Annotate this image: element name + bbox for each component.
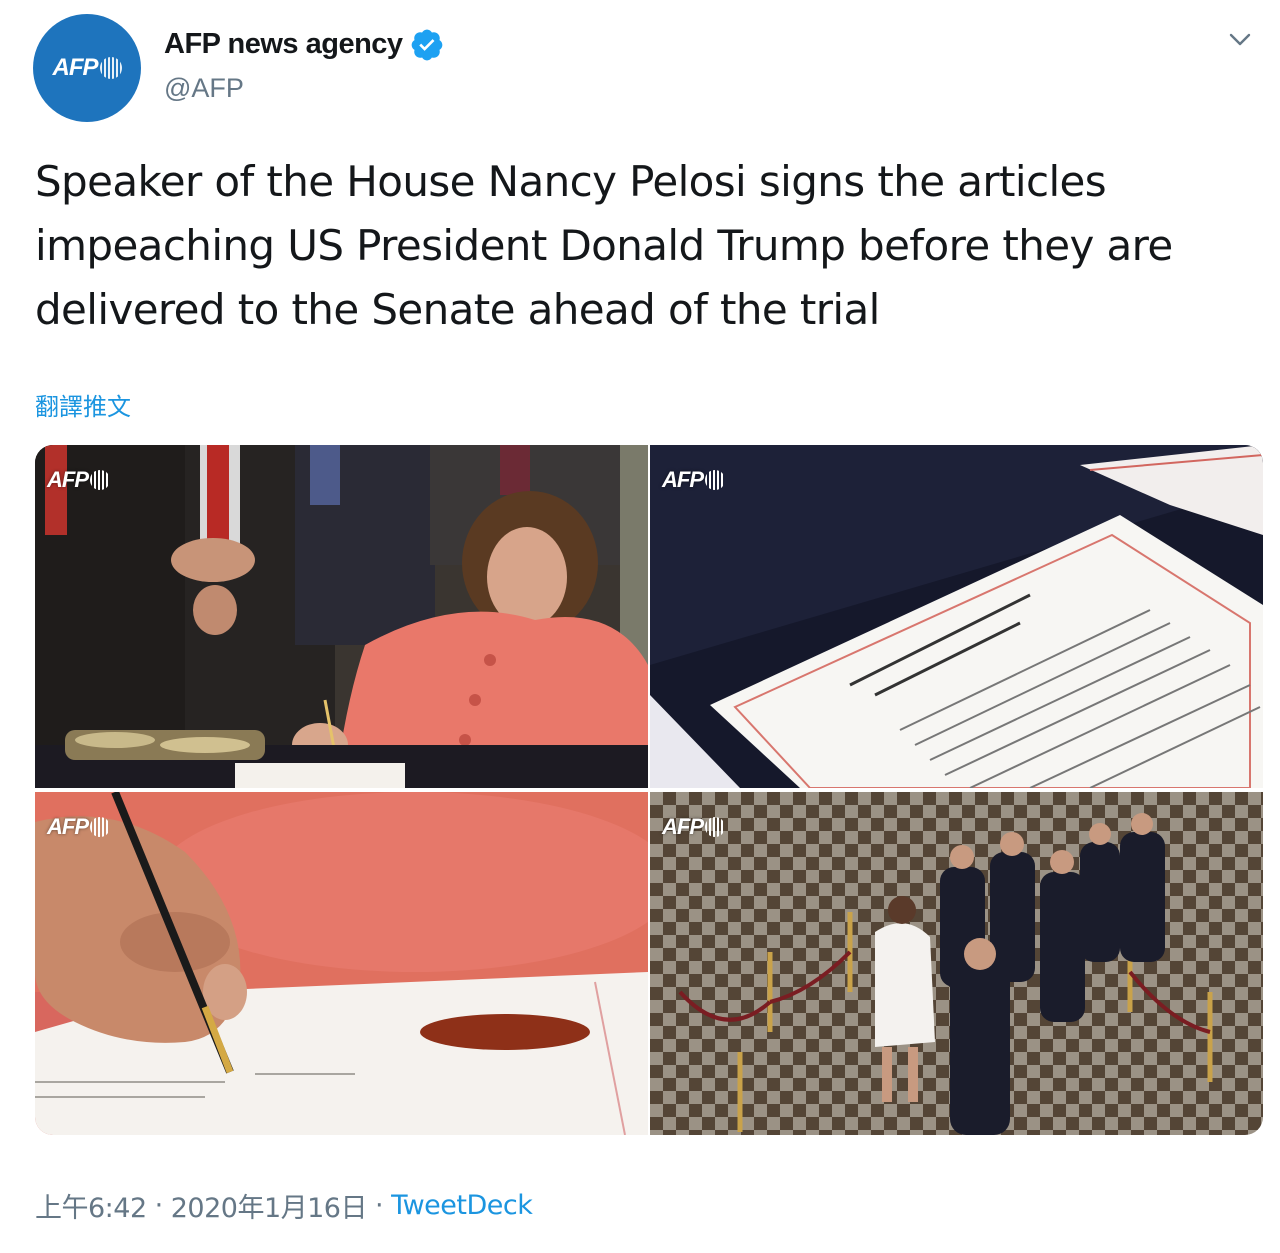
display-name-row: AFP news agency xyxy=(164,28,443,61)
display-name[interactable]: AFP news agency xyxy=(164,28,403,61)
tweet-text: Speaker of the House Nancy Pelosi signs … xyxy=(35,157,1173,334)
watermark-text: AFP xyxy=(47,814,89,839)
afp-watermark: AFP xyxy=(47,467,110,493)
afp-watermark: AFP xyxy=(47,814,110,840)
photo-articles-document[interactable]: AFP xyxy=(650,445,1263,788)
tweet-time[interactable]: 上午6:42 xyxy=(35,1186,147,1225)
photo-articles-document-image xyxy=(650,445,1263,788)
afp-watermark: AFP xyxy=(662,814,725,840)
tweet-meta: 上午6:42 · 2020年1月16日 · TweetDeck xyxy=(35,1186,533,1225)
meta-separator: · xyxy=(374,1190,384,1221)
chevron-down-icon[interactable] xyxy=(1224,24,1256,56)
tweet-date[interactable]: 2020年1月16日 xyxy=(171,1186,368,1225)
watermark-text: AFP xyxy=(662,814,704,839)
media-grid: AFP AFP AFP AFP xyxy=(35,445,1263,1135)
handle[interactable]: @AFP xyxy=(164,73,443,104)
watermark-text: AFP xyxy=(662,467,704,492)
photo-pelosi-signing[interactable]: AFP xyxy=(35,445,648,788)
translate-tweet-link[interactable]: 翻譯推文 xyxy=(35,387,131,422)
verified-badge-icon xyxy=(411,29,443,61)
photo-pelosi-signing-image xyxy=(35,445,648,788)
afp-watermark: AFP xyxy=(662,467,725,493)
avatar-logo-text: AFP xyxy=(52,54,99,81)
meta-separator: · xyxy=(154,1190,164,1221)
photo-hand-signing-image xyxy=(35,792,648,1135)
avatar[interactable]: AFP xyxy=(33,14,141,122)
photo-procession[interactable]: AFP xyxy=(650,792,1263,1135)
afp-logo: AFP xyxy=(53,54,122,82)
photo-hand-signing[interactable]: AFP xyxy=(35,792,648,1135)
photo-procession-image xyxy=(650,792,1263,1135)
watermark-text: AFP xyxy=(47,467,89,492)
author-info: AFP news agency @AFP xyxy=(164,28,443,104)
tweet-source-link[interactable]: TweetDeck xyxy=(391,1190,533,1221)
